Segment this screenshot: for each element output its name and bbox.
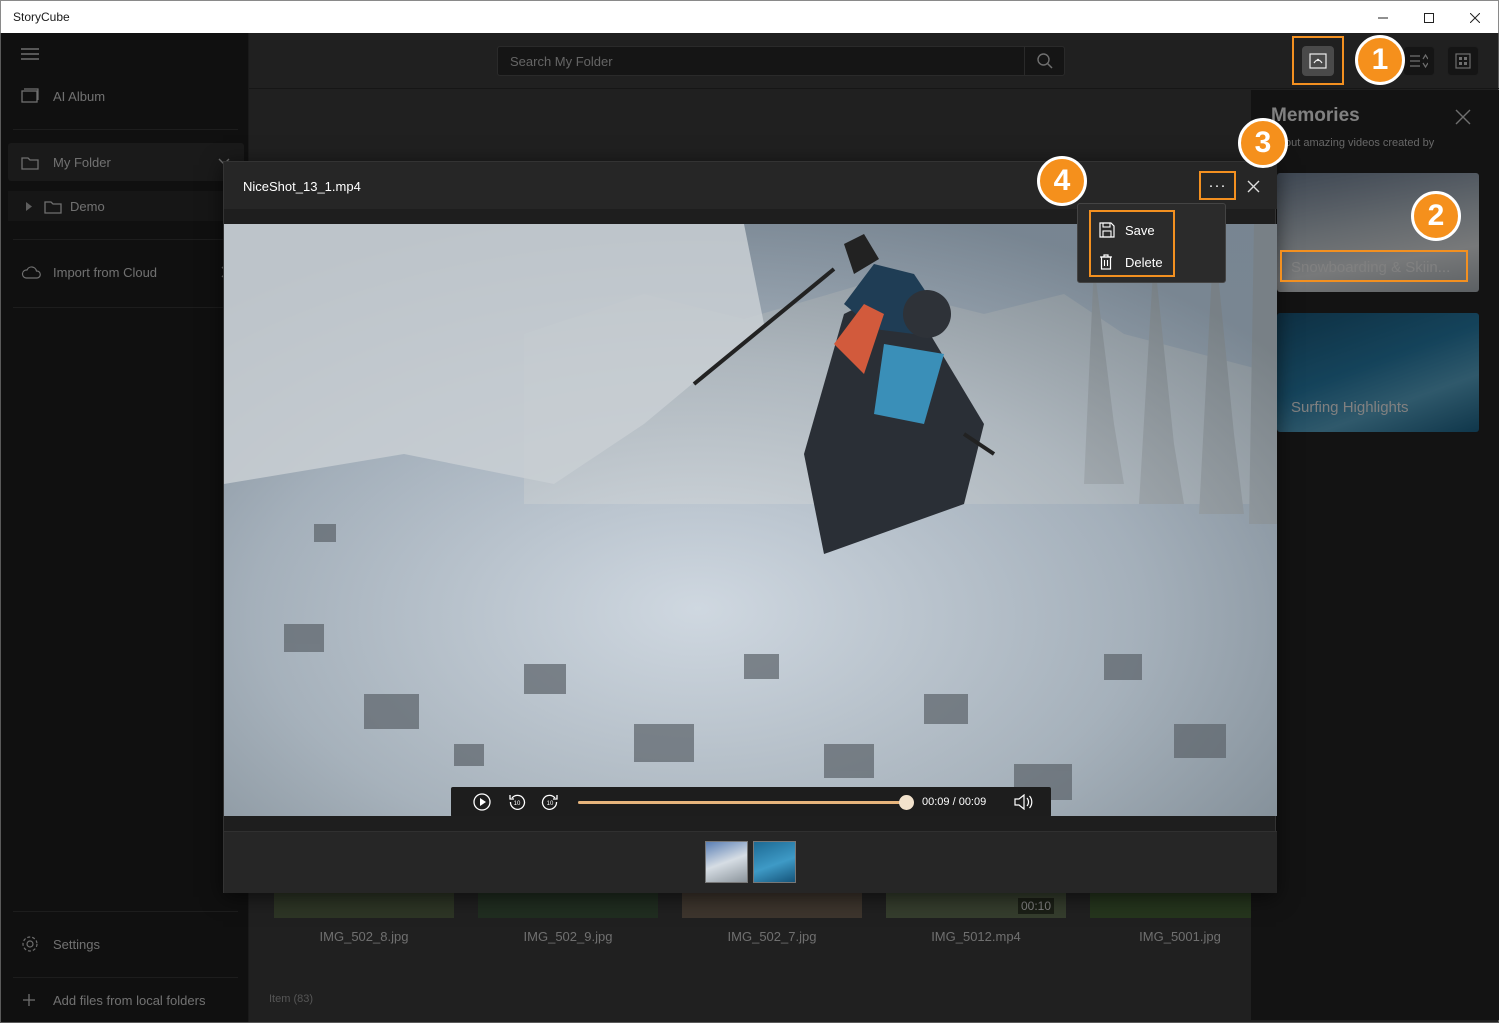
sort-icon	[1410, 54, 1428, 68]
sidebar-item-label: AI Album	[53, 88, 106, 104]
sidebar-item-label: Settings	[53, 936, 100, 952]
sidebar-item-label: Import from Cloud	[53, 264, 158, 280]
step-badge-3: 3	[1238, 118, 1288, 168]
menu-item-delete[interactable]: Delete	[1099, 248, 1175, 276]
step-badge-2: 2	[1411, 191, 1461, 241]
volume-icon[interactable]	[1013, 794, 1033, 810]
sidebar-item-ai-album[interactable]: AI Album	[1, 85, 249, 107]
step-badge-1: 1	[1355, 35, 1405, 85]
sidebar-item-settings[interactable]: Settings	[1, 933, 249, 955]
menu-highlight: Save Delete	[1089, 210, 1175, 277]
dialog-close-button[interactable]	[1242, 175, 1264, 197]
gallery-caption: IMG_502_9.jpg	[523, 929, 613, 944]
memory-caption-highlight	[1280, 250, 1468, 282]
menu-item-label: Save	[1125, 222, 1155, 238]
trash-icon	[1100, 254, 1112, 270]
rewind-10-icon[interactable]: 10	[508, 793, 526, 811]
sidebar-item-label: Demo	[70, 198, 105, 214]
folder-icon	[21, 156, 39, 170]
dialog-header: NiceShot_13_1.mp4 ···	[224, 162, 1277, 209]
menu-item-save[interactable]: Save	[1099, 216, 1175, 244]
sidebar-item-my-folder[interactable]: My Folder	[8, 143, 244, 181]
folder-icon	[44, 200, 62, 214]
progress-knob[interactable]	[899, 795, 914, 810]
context-menu: Save Delete	[1077, 203, 1226, 283]
duration-badge: 00:10	[1017, 898, 1054, 914]
progress-fill	[578, 801, 906, 804]
thumbnail-strip	[224, 831, 1277, 893]
close-button[interactable]	[1452, 1, 1498, 34]
close-icon	[1470, 12, 1480, 23]
video-frame[interactable]: 10 10 00:09 / 00:09	[224, 224, 1277, 816]
gallery-caption: IMG_502_7.jpg	[727, 929, 817, 944]
gear-icon	[22, 936, 38, 952]
search-box	[497, 46, 1065, 76]
album-icon	[21, 88, 39, 103]
maximize-icon	[1424, 12, 1434, 23]
video-image	[224, 224, 1277, 816]
search-icon	[1036, 53, 1053, 69]
memories-subtitle: ck out amazing videos created by	[1271, 137, 1435, 149]
plus-icon	[23, 994, 35, 1006]
close-icon	[1247, 180, 1259, 192]
forward-10-icon[interactable]: 10	[541, 793, 559, 811]
save-icon	[1099, 222, 1115, 238]
svg-text:10: 10	[547, 801, 554, 807]
sidebar: AI Album My Folder Demo Import from Clou…	[1, 33, 249, 1022]
video-filename: NiceShot_13_1.mp4	[243, 179, 361, 194]
memories-icon	[1309, 53, 1327, 69]
title-bar: StoryCube	[0, 0, 1499, 33]
svg-text:10: 10	[514, 801, 521, 807]
time-display: 00:09 / 00:09	[922, 796, 987, 808]
search-input[interactable]	[498, 47, 1024, 75]
more-icon: ···	[1208, 177, 1227, 194]
sidebar-item-import-cloud[interactable]: Import from Cloud	[1, 261, 249, 283]
memories-title: Memories	[1271, 105, 1360, 126]
view-mode-button[interactable]	[1447, 46, 1479, 76]
item-count: Item (83)	[269, 993, 314, 1005]
close-icon[interactable]	[1455, 109, 1471, 125]
thumbnail-surfing[interactable]	[753, 841, 796, 883]
memories-panel: Memories ck out amazing videos created b…	[1251, 90, 1499, 1020]
minimize-icon	[1378, 17, 1388, 18]
memory-card-caption: Surfing Highlights	[1291, 399, 1409, 416]
sidebar-item-label: Add files from local folders	[53, 992, 206, 1008]
step-badge-4: 4	[1037, 156, 1087, 206]
divider	[13, 977, 238, 978]
progress-bar[interactable]	[578, 795, 914, 810]
cloud-icon	[21, 266, 41, 279]
search-button[interactable]	[1024, 47, 1064, 75]
gallery-caption: IMG_5012.mp4	[931, 929, 1021, 944]
app-title: StoryCube	[13, 10, 70, 24]
memories-toggle-button[interactable]	[1302, 46, 1334, 76]
sort-button[interactable]	[1403, 46, 1435, 76]
memory-card-surfing[interactable]: Surfing Highlights	[1277, 313, 1479, 432]
menu-item-label: Delete	[1125, 254, 1163, 270]
divider	[13, 911, 238, 912]
sidebar-item-demo[interactable]: Demo	[8, 191, 244, 221]
more-options-button[interactable]: ···	[1199, 171, 1236, 200]
thumbnail-snowboarding[interactable]	[705, 841, 748, 883]
add-files-button[interactable]: Add files from local folders	[1, 989, 249, 1011]
divider	[13, 129, 238, 130]
maximize-button[interactable]	[1406, 1, 1452, 34]
playback-controls: 10 10 00:09 / 00:09	[451, 787, 1051, 816]
caret-right-icon	[26, 201, 32, 211]
gallery-caption: IMG_502_8.jpg	[319, 929, 409, 944]
hamburger-menu[interactable]	[1, 43, 249, 65]
hamburger-icon	[21, 48, 39, 60]
minimize-button[interactable]	[1360, 1, 1406, 34]
divider	[13, 239, 238, 240]
sidebar-item-label: My Folder	[53, 154, 111, 170]
divider	[13, 307, 238, 308]
play-icon[interactable]	[473, 793, 491, 811]
gallery-caption: IMG_5001.jpg	[1139, 929, 1221, 944]
grid-icon	[1455, 53, 1471, 69]
